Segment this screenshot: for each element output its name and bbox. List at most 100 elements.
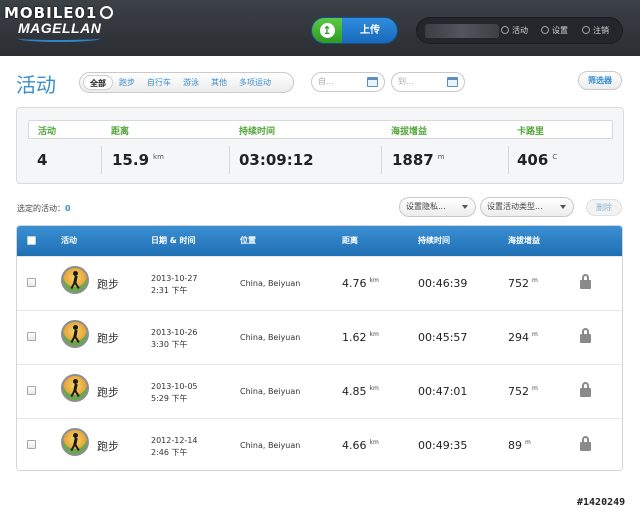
- stat-label-elevation: 海拔增益: [391, 127, 428, 137]
- activity-name[interactable]: 跑步: [97, 330, 119, 346]
- activity-time: 5:29 下午: [151, 394, 188, 403]
- upload-button[interactable]: ↥ 上传: [311, 17, 398, 44]
- logo-swoosh-icon: [18, 35, 100, 42]
- top-header: MOBILE01 MAGELLAN ↥ 上传 活动 设置 注销: [0, 0, 640, 56]
- activity-name[interactable]: 跑步: [97, 438, 119, 454]
- stat-divider: [381, 146, 382, 174]
- filter-multisport[interactable]: 多项运动: [233, 75, 277, 90]
- activity-date: 2013-10-26: [151, 328, 198, 337]
- activity-elevation: 294 m: [508, 331, 538, 344]
- header-activity[interactable]: 活动: [61, 226, 77, 256]
- activity-distance: 4.85 km: [342, 385, 379, 398]
- activity-duration: 00:46:39: [418, 277, 468, 290]
- runner-figure: [70, 379, 80, 398]
- lock-icon[interactable]: [580, 382, 591, 397]
- activities-link[interactable]: 活动: [501, 18, 528, 43]
- user-bar: 活动 设置 注销: [416, 17, 623, 44]
- activity-date: 2013-10-05: [151, 382, 198, 391]
- runner-figure: [70, 325, 80, 344]
- table-row[interactable]: 跑步 2013-10-05 5:29 下午 China, Beiyuan 4.8…: [17, 364, 622, 418]
- stat-divider: [229, 146, 230, 174]
- stat-label-activities: 活动: [38, 127, 57, 137]
- logo-text: MAGELLAN: [18, 20, 102, 36]
- filter-running[interactable]: 跑步: [113, 75, 141, 90]
- lock-icon[interactable]: [580, 436, 591, 451]
- activity-elevation: 752 m: [508, 385, 538, 398]
- filter-cycling[interactable]: 自行车: [141, 75, 177, 90]
- activity-name[interactable]: 跑步: [97, 276, 119, 292]
- upload-icon-wrap: ↥: [312, 18, 342, 43]
- runner-figure: [70, 271, 80, 290]
- selected-activities-label: 选定的活动：0: [17, 204, 71, 213]
- stat-divider: [101, 146, 102, 174]
- running-icon: [61, 374, 89, 402]
- activity-type-dropdown[interactable]: 设置活动类型...: [480, 197, 574, 217]
- settings-link[interactable]: 设置: [541, 18, 568, 43]
- date-from-input[interactable]: 自...: [311, 72, 385, 92]
- delete-button[interactable]: 删除: [586, 199, 622, 216]
- row-checkbox[interactable]: [27, 278, 36, 287]
- activity-time: 2:31 下午: [151, 286, 188, 295]
- select-all-checkbox[interactable]: [27, 236, 36, 245]
- activity-location: China, Beiyuan: [240, 279, 301, 288]
- activity-duration: 00:47:01: [418, 385, 468, 398]
- filter-swimming[interactable]: 游泳: [177, 75, 205, 90]
- filter-button[interactable]: 筛选器: [578, 71, 622, 90]
- activity-location: China, Beiyuan: [240, 387, 301, 396]
- activities-icon: [501, 26, 509, 34]
- header-elevation[interactable]: 海拔增益: [508, 226, 540, 256]
- watermark-icon: [100, 6, 114, 19]
- activity-location: China, Beiyuan: [240, 333, 301, 342]
- activity-elevation: 89 m: [508, 439, 531, 452]
- privacy-dropdown[interactable]: 设置隐私...: [399, 197, 476, 217]
- stat-value-calories: 406 C: [517, 151, 558, 169]
- runner-figure: [70, 433, 80, 452]
- running-icon: [61, 266, 89, 294]
- stat-value-distance: 15.9 km: [112, 151, 164, 169]
- magellan-logo[interactable]: MAGELLAN: [18, 20, 102, 42]
- header-duration[interactable]: 持续时间: [418, 226, 450, 256]
- activity-date: 2013-10-27: [151, 274, 198, 283]
- activity-duration: 00:45:57: [418, 331, 468, 344]
- chevron-down-icon: [560, 205, 566, 209]
- stat-value-elevation: 1887 m: [392, 151, 445, 169]
- username-blurred[interactable]: [425, 24, 499, 38]
- table-row[interactable]: 跑步 2012-12-14 2:46 下午 China, Beiyuan 4.6…: [17, 418, 622, 470]
- date-to-input[interactable]: 到...: [391, 72, 465, 92]
- activity-distance: 4.66 km: [342, 439, 379, 452]
- row-checkbox[interactable]: [27, 386, 36, 395]
- header-datetime[interactable]: 日期 & 时间: [151, 226, 196, 256]
- chevron-down-icon: [462, 205, 468, 209]
- calendar-icon[interactable]: [447, 77, 458, 87]
- upload-arrow-icon: ↥: [319, 23, 335, 38]
- running-icon: [61, 428, 89, 456]
- page-title: 活动: [16, 73, 56, 97]
- logout-link[interactable]: 注销: [582, 18, 609, 43]
- gear-icon: [541, 26, 549, 34]
- selected-count: 0: [65, 204, 71, 213]
- activity-time: 3:30 下午: [151, 340, 188, 349]
- post-id: #1420249: [577, 497, 626, 508]
- row-checkbox[interactable]: [27, 332, 36, 341]
- header-distance[interactable]: 距离: [342, 226, 358, 256]
- stat-label-distance: 距离: [111, 127, 130, 137]
- table-row[interactable]: 跑步 2013-10-26 3:30 下午 China, Beiyuan 1.6…: [17, 310, 622, 364]
- filter-other[interactable]: 其他: [205, 75, 233, 90]
- stat-label-duration: 持续时间: [239, 127, 276, 137]
- summary-stats: 活动 距离 持续时间 海拔增益 卡路里 4 15.9 km 03:09:12 18…: [16, 107, 624, 184]
- activity-name[interactable]: 跑步: [97, 384, 119, 400]
- activity-date: 2012-12-14: [151, 436, 198, 445]
- date-from-placeholder: 自...: [318, 77, 334, 86]
- header-location[interactable]: 位置: [240, 226, 256, 256]
- running-icon: [61, 320, 89, 348]
- row-checkbox[interactable]: [27, 440, 36, 449]
- lock-icon[interactable]: [580, 328, 591, 343]
- calendar-icon[interactable]: [367, 77, 378, 87]
- filter-all[interactable]: 全部: [83, 75, 113, 90]
- lock-icon[interactable]: [580, 274, 591, 289]
- table-row[interactable]: 跑步 2013-10-27 2:31 下午 China, Beiyuan 4.7…: [17, 256, 622, 310]
- stat-value-activities: 4: [37, 151, 48, 169]
- activity-distance: 4.76 km: [342, 277, 379, 290]
- activities-table: 活动 日期 & 时间 位置 距离 持续时间 海拔增益 跑步 2013-10-27…: [16, 225, 623, 471]
- stat-value-duration: 03:09:12: [239, 151, 314, 169]
